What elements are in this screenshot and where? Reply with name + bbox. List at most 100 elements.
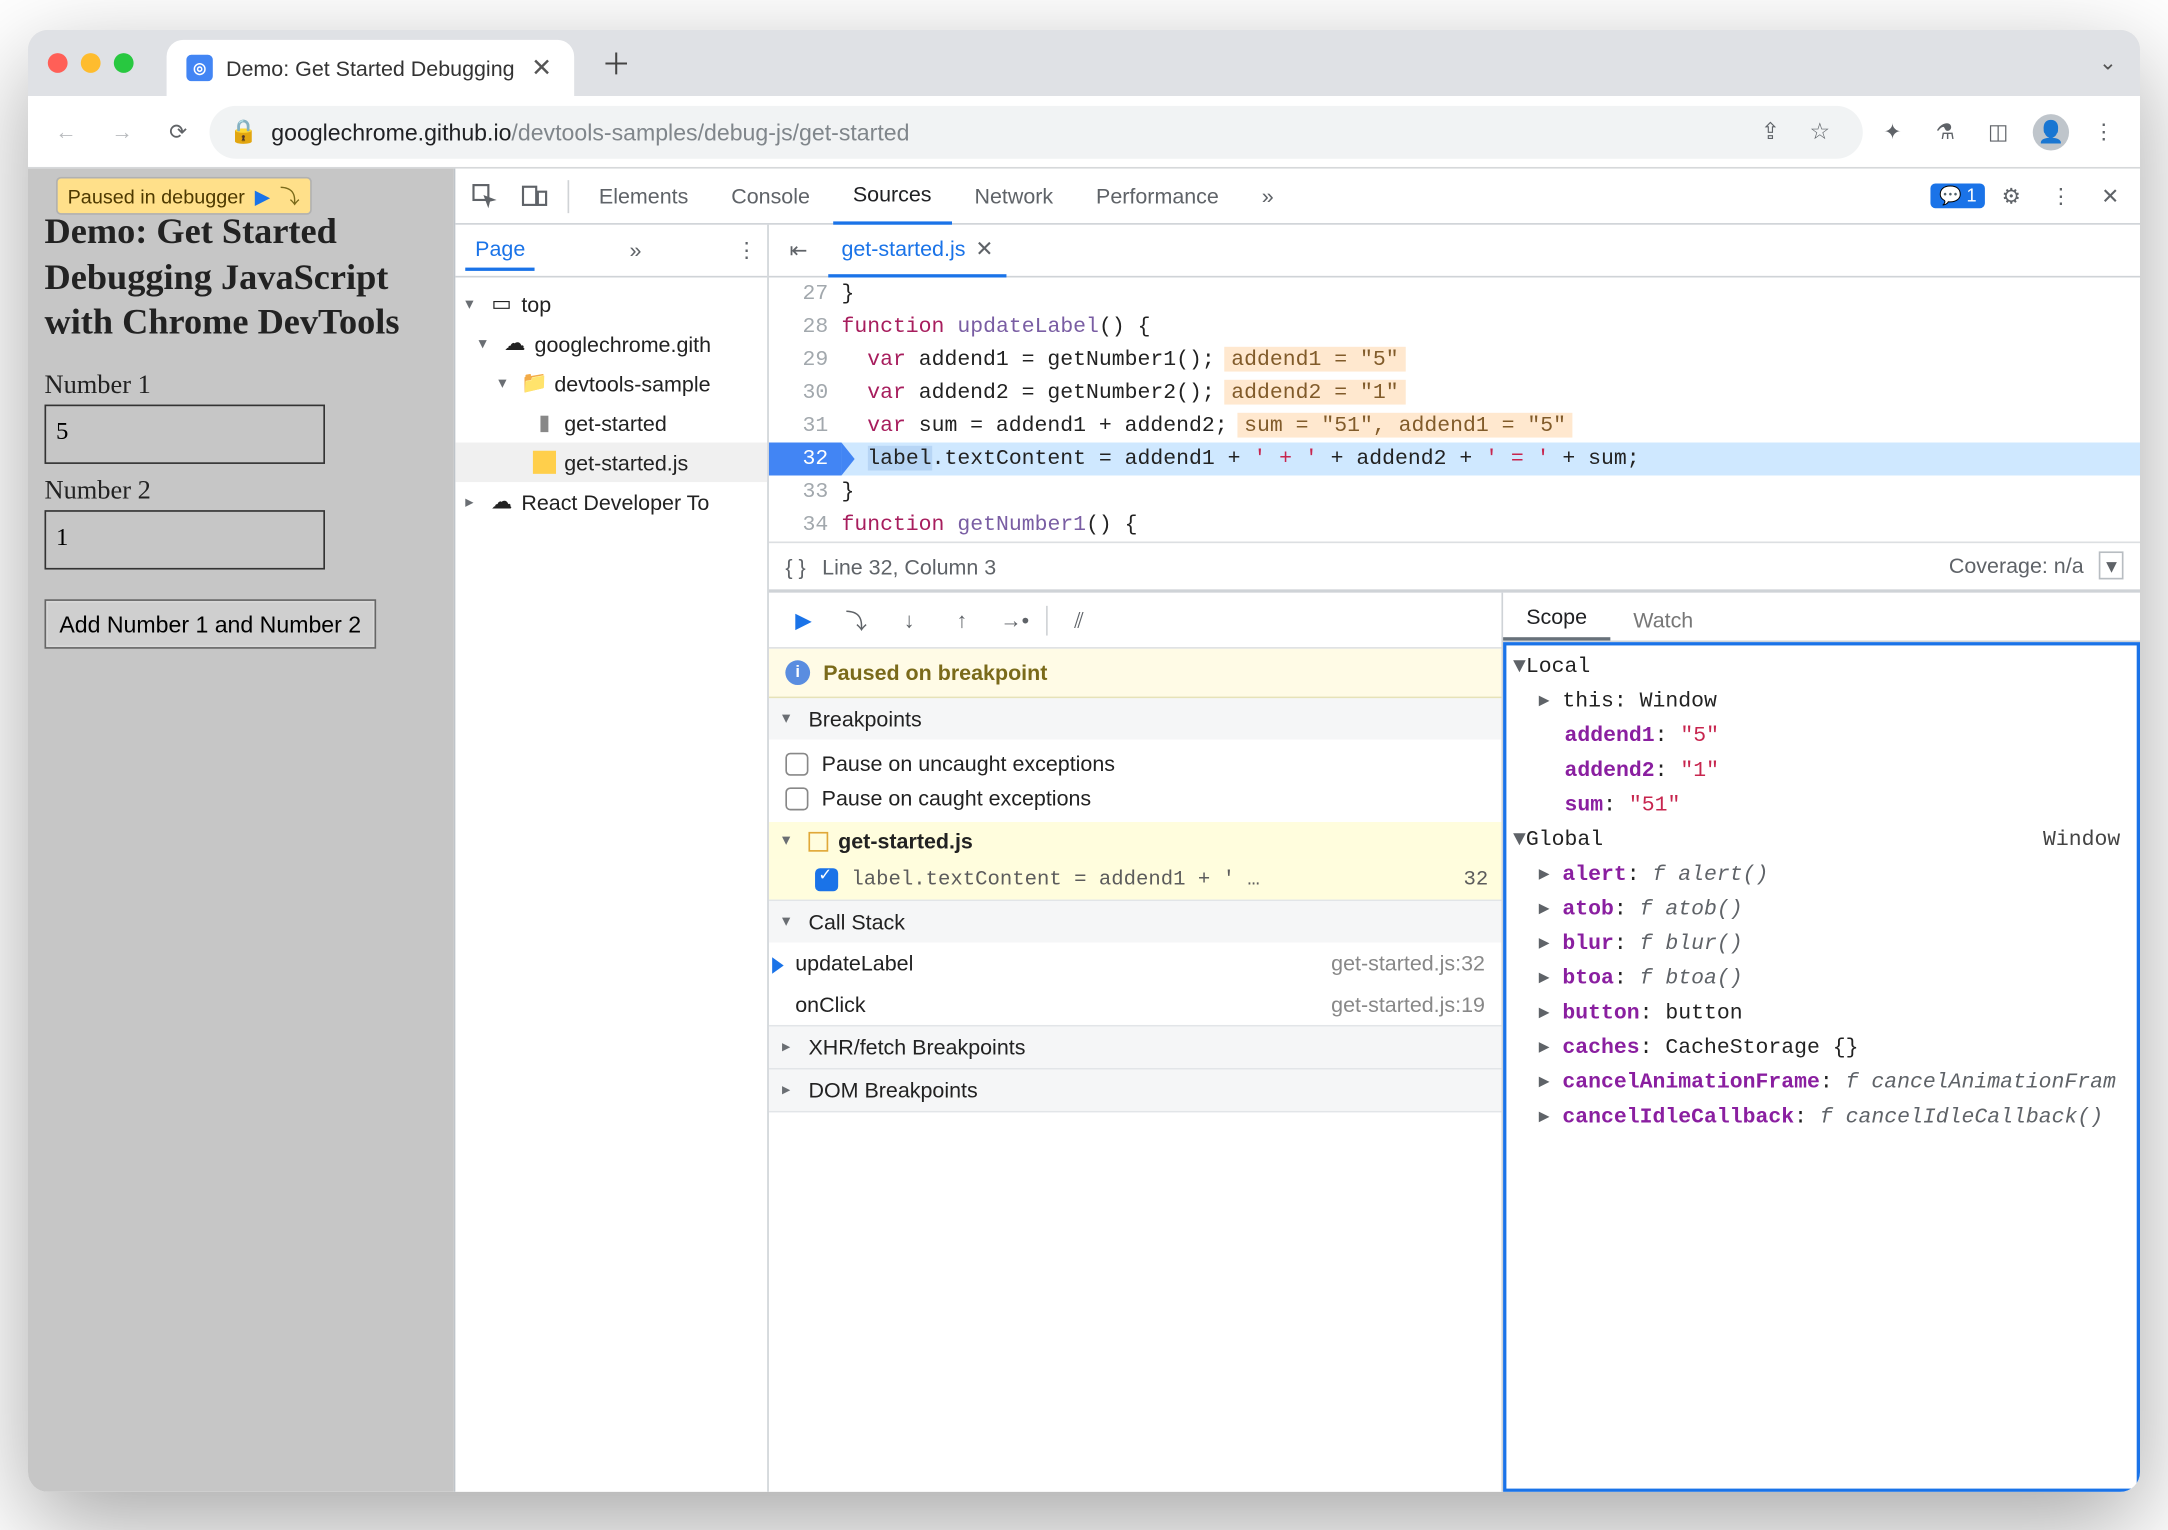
sidepanel-icon[interactable]: ◫	[1975, 108, 2021, 154]
tab-elements[interactable]: Elements	[579, 168, 708, 224]
paused-banner: i Paused on breakpoint	[769, 649, 1502, 699]
forward-button[interactable]: →	[97, 107, 146, 157]
url-path: /devtools-samples/debug-js/get-started	[511, 118, 909, 144]
xhr-breakpoints-header[interactable]: ▸XHR/fetch Breakpoints	[769, 1027, 1502, 1068]
tree-js-file[interactable]: get-started.js	[455, 443, 767, 483]
tabs-overflow-icon[interactable]: »	[1242, 168, 1294, 224]
maximize-window-button[interactable]	[114, 53, 134, 73]
issues-badge[interactable]: 💬 1	[1931, 183, 1985, 208]
tab-strip: ◎ Demo: Get Started Debugging ✕ ＋ ⌄	[28, 30, 2140, 96]
editor-tab-label: get-started.js	[841, 236, 965, 261]
minimize-window-button[interactable]	[81, 53, 101, 73]
tree-top[interactable]: ▾▭top	[455, 284, 767, 324]
address-bar[interactable]: 🔒 googlechrome.github.io/devtools-sample…	[210, 105, 1863, 158]
sources-navigator: Page » ⋮ ▾▭top ▾☁googlechrome.gith ▾📁dev…	[455, 225, 768, 1492]
navigator-page-tab[interactable]: Page	[465, 230, 535, 271]
favicon-icon: ◎	[186, 55, 212, 81]
inspect-element-icon[interactable]	[462, 173, 508, 219]
tab-performance[interactable]: Performance	[1076, 168, 1238, 224]
watch-tab[interactable]: Watch	[1610, 599, 1716, 640]
number1-input[interactable]	[45, 404, 326, 463]
pause-uncaught-checkbox[interactable]: Pause on uncaught exceptions	[779, 746, 1492, 781]
coverage-dropdown-icon[interactable]: ▾	[2100, 551, 2124, 579]
url-host: googlechrome.github.io	[271, 118, 511, 144]
tab-sources[interactable]: Sources	[833, 168, 951, 224]
inline-value: sum = "51", addend1 = "5"	[1238, 413, 1573, 438]
profile-avatar[interactable]: 👤	[2028, 108, 2074, 154]
breakpoint-line: 32	[1463, 868, 1488, 891]
tree-html-file[interactable]: ▮get-started	[455, 403, 767, 443]
number2-input[interactable]	[45, 509, 326, 568]
tab-console[interactable]: Console	[711, 168, 829, 224]
tab-overflow-button[interactable]: ⌄	[2099, 50, 2140, 76]
callstack-frame-1[interactable]: onClickget-started.js:19	[769, 984, 1502, 1025]
reload-button[interactable]: ⟳	[153, 107, 203, 157]
code-editor[interactable]: 27} 28function updateLabel() { 29 var ad…	[769, 278, 2140, 542]
navigator-menu-icon[interactable]: ⋮	[736, 237, 757, 263]
callstack-header[interactable]: ▾Call Stack	[769, 901, 1502, 942]
inline-value: addend2 = "1"	[1225, 380, 1406, 405]
dom-breakpoints-header[interactable]: ▸DOM Breakpoints	[769, 1070, 1502, 1111]
coverage-label: Coverage: n/a	[1949, 553, 2084, 578]
navigator-overflow-icon[interactable]: »	[630, 238, 642, 263]
editor-tab[interactable]: get-started.js ✕	[828, 224, 1006, 277]
breakpoint-item[interactable]: label.textContent = addend1 + ' … 32	[769, 860, 1502, 900]
toolbar: ← → ⟳ 🔒 googlechrome.github.io/devtools-…	[28, 96, 2140, 169]
tree-extension[interactable]: ▸☁React Developer To	[455, 482, 767, 522]
toggle-navigator-icon[interactable]: ⇤	[775, 227, 821, 273]
breakpoints-header[interactable]: ▾Breakpoints	[769, 698, 1502, 739]
close-tab-icon[interactable]: ✕	[528, 53, 555, 83]
step-over-button[interactable]: ⤵	[835, 598, 878, 641]
tree-domain[interactable]: ▾☁googlechrome.gith	[455, 324, 767, 364]
close-window-button[interactable]	[48, 53, 68, 73]
labs-icon[interactable]: ⚗	[1922, 108, 1968, 154]
settings-icon[interactable]: ⚙	[1988, 173, 2034, 219]
scope-tree[interactable]: ▼Local ▸ this: Window addend1: "5" adden…	[1503, 642, 2140, 1492]
callstack-frame-0[interactable]: updateLabelget-started.js:32	[769, 942, 1502, 983]
browser-tab[interactable]: ◎ Demo: Get Started Debugging ✕	[167, 40, 575, 96]
bookmark-icon[interactable]: ☆	[1797, 108, 1843, 154]
deactivate-breakpoints-button[interactable]: ⫽	[1058, 598, 1101, 641]
devtools-tabbar: Elements Console Sources Network Perform…	[455, 169, 2140, 225]
device-toolbar-icon[interactable]	[511, 173, 557, 219]
paused-overlay-label: Paused in debugger	[68, 184, 245, 207]
number2-label: Number 2	[45, 476, 438, 506]
step-button[interactable]: →•	[993, 598, 1036, 641]
inline-value: addend1 = "5"	[1225, 347, 1406, 372]
tab-network[interactable]: Network	[955, 168, 1073, 224]
breakpoint-checkbox[interactable]	[815, 868, 838, 891]
step-out-button[interactable]: ↑	[940, 598, 983, 641]
extensions-icon[interactable]: ✦	[1869, 108, 1915, 154]
tree-folder[interactable]: ▾📁devtools-sample	[455, 363, 767, 403]
step-over-icon[interactable]: ⤵	[280, 182, 300, 210]
resume-icon[interactable]: ▶	[255, 184, 270, 207]
tab-title: Demo: Get Started Debugging	[226, 56, 515, 81]
current-execution-line: 32 label.textContent = addend1 + ' + ' +…	[769, 443, 2140, 476]
step-into-button[interactable]: ↓	[888, 598, 931, 641]
info-icon: i	[785, 660, 810, 685]
folder-icon: 📁	[521, 370, 547, 396]
cursor-position: Line 32, Column 3	[822, 554, 996, 579]
editor-tabbar: ⇤ get-started.js ✕	[769, 225, 2140, 278]
devtools-menu-icon[interactable]: ⋮	[2038, 173, 2084, 219]
js-file-icon	[531, 449, 557, 475]
cloud-icon: ☁	[502, 330, 528, 356]
chrome-menu-icon[interactable]: ⋮	[2081, 108, 2127, 154]
pretty-print-icon[interactable]: { }	[785, 554, 805, 579]
close-devtools-icon[interactable]: ✕	[2087, 173, 2133, 219]
debugger-sidebar: ▶ ⤵ ↓ ↑ →• ⫽ i Paused on breakpoint	[769, 593, 1503, 1492]
scope-panel: Scope Watch ▼Local ▸ this: Window addend…	[1503, 593, 2140, 1492]
page-viewport: Paused in debugger ▶ ⤵ Demo: Get Started…	[28, 169, 454, 1492]
share-icon[interactable]: ⇪	[1747, 108, 1793, 154]
back-button[interactable]: ←	[41, 107, 90, 157]
resume-button[interactable]: ▶	[782, 598, 825, 641]
add-button[interactable]: Add Number 1 and Number 2	[45, 598, 376, 648]
breakpoint-file-header[interactable]: ▾get-started.js	[769, 822, 1502, 860]
new-tab-button[interactable]: ＋	[585, 35, 648, 91]
window-controls	[48, 53, 134, 73]
close-editor-tab-icon[interactable]: ✕	[975, 235, 993, 261]
debugger-controls: ▶ ⤵ ↓ ↑ →• ⫽	[769, 593, 1502, 649]
pause-caught-checkbox[interactable]: Pause on caught exceptions	[779, 781, 1492, 816]
scope-tab[interactable]: Scope	[1503, 596, 1610, 641]
devtools-panel: Elements Console Sources Network Perform…	[454, 169, 2140, 1492]
